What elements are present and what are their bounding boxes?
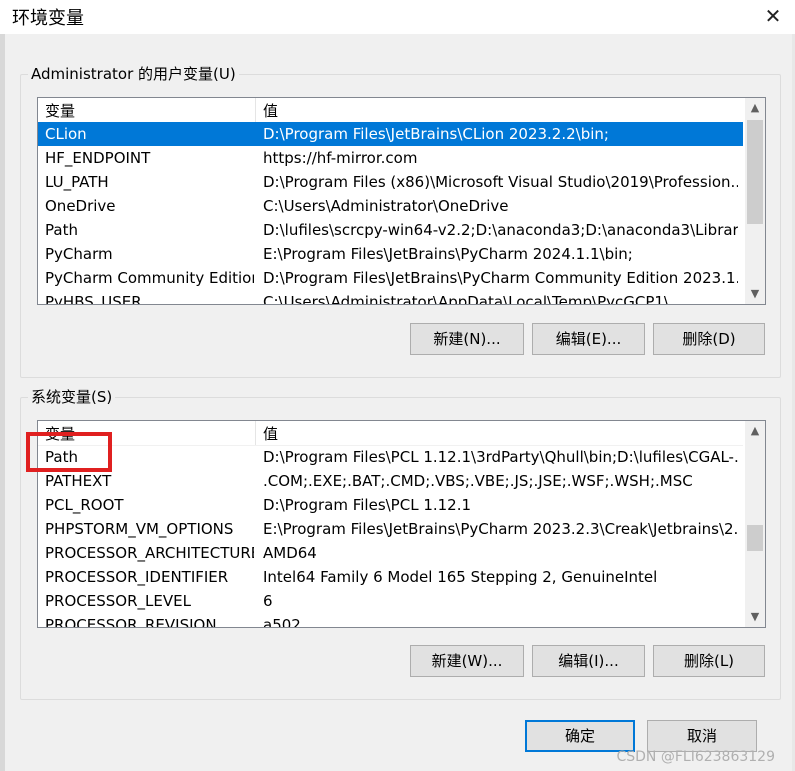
- variable-row[interactable]: LU_PATH D:\Program Files (x86)\Microsoft …: [38, 170, 743, 194]
- scroll-up-arrow-icon[interactable]: ▲: [745, 421, 765, 441]
- variable-row[interactable]: HF_ENDPOINT https://hf-mirror.com: [38, 146, 743, 170]
- background-window-edge: [0, 34, 5, 771]
- variable-value: .COM;.EXE;.BAT;.CMD;.VBS;.VBE;.JS;.JSE;.…: [263, 472, 693, 490]
- variable-name: PHPSTORM_VM_OPTIONS: [45, 520, 234, 538]
- variable-value: D:\Program Files\PCL 1.12.1: [263, 496, 472, 514]
- variable-value: https://hf-mirror.com: [263, 149, 418, 167]
- variable-name: CLion: [45, 125, 87, 143]
- variable-name: PATHEXT: [45, 472, 112, 490]
- scroll-down-arrow-icon[interactable]: ▼: [745, 284, 765, 304]
- variable-row[interactable]: PyHBS_USER C:\Users\Administrator\AppData…: [38, 290, 743, 305]
- variable-value: D:\lufiles\scrcpy-win64-v2.2;D:\anaconda…: [263, 221, 738, 239]
- user-edit-button[interactable]: 编辑(E)...: [532, 323, 645, 355]
- user-scroll-thumb[interactable]: [747, 120, 763, 224]
- variable-row[interactable]: PATHEXT .COM;.EXE;.BAT;.CMD;.VBS;.VBE;.JS…: [38, 469, 743, 493]
- variable-name: PROCESSOR_REVISION: [45, 616, 217, 628]
- variable-row[interactable]: PROCESSOR_ARCHITECTURE AMD64: [38, 541, 743, 565]
- system-new-button[interactable]: 新建(W)...: [410, 645, 524, 677]
- variable-row[interactable]: PyCharm Community Edition D:\Program File…: [38, 266, 743, 290]
- variable-row[interactable]: PHPSTORM_VM_OPTIONS E:\Program Files\JetB…: [38, 517, 743, 541]
- variable-value: C:\Users\Administrator\OneDrive: [263, 197, 509, 215]
- user-variables-group-label: Administrator 的用户变量(U): [28, 64, 239, 84]
- system-edit-button[interactable]: 编辑(I)...: [532, 645, 645, 677]
- variable-value: D:\Program Files (x86)\Microsoft Visual …: [263, 173, 738, 191]
- variable-value: D:\Program Files\JetBrains\CLion 2023.2.…: [263, 125, 609, 143]
- system-variables-list[interactable]: 变量 值 Path D:\Program Files\PCL 1.12.1\3rd…: [37, 420, 766, 628]
- variable-row[interactable]: PROCESSOR_REVISION a502: [38, 613, 743, 628]
- system-list-scrollbar[interactable]: ▲ ▼: [745, 421, 765, 627]
- variable-name: PROCESSOR_IDENTIFIER: [45, 568, 229, 586]
- variable-value: C:\Users\Administrator\AppData\Local\Tem…: [263, 293, 684, 305]
- variable-row[interactable]: PROCESSOR_IDENTIFIER Intel64 Family 6 Mod…: [38, 565, 743, 589]
- window-title: 环境变量: [12, 8, 84, 29]
- variable-name: PROCESSOR_ARCHITECTURE: [45, 544, 254, 562]
- variable-row[interactable]: PyCharm E:\Program Files\JetBrains\PyChar…: [38, 242, 743, 266]
- variable-value: a502: [263, 616, 301, 628]
- variable-value: E:\Program Files\JetBrains\PyCharm 2024.…: [263, 245, 633, 263]
- variable-name: Path: [45, 221, 78, 239]
- system-variables-group: 系统变量(S) 变量 值 Path D:\Program Files\PCL 1.…: [20, 387, 781, 700]
- user-variables-list[interactable]: 变量 值 CLion D:\Program Files\JetBrains\CLi…: [37, 97, 766, 305]
- system-scroll-thumb[interactable]: [747, 525, 763, 551]
- user-list-header: 变量 值: [38, 98, 743, 123]
- variable-name: LU_PATH: [45, 173, 109, 191]
- column-header-value[interactable]: 值: [256, 98, 743, 122]
- system-variables-group-label: 系统变量(S): [28, 387, 116, 407]
- variable-value: E:\Program Files\JetBrains\PyCharm 2023.…: [263, 520, 738, 538]
- variable-name: PCL_ROOT: [45, 496, 124, 514]
- variable-value: D:\Program Files\PCL 1.12.1\3rdParty\Qhu…: [263, 448, 738, 466]
- scroll-down-arrow-icon[interactable]: ▼: [745, 607, 765, 627]
- system-list-header: 变量 值: [38, 421, 743, 446]
- annotation-highlight-box: [26, 432, 112, 472]
- cancel-button[interactable]: 取消: [647, 720, 757, 752]
- variable-row[interactable]: PCL_ROOT D:\Program Files\PCL 1.12.1: [38, 493, 743, 517]
- variable-name: PyCharm: [45, 245, 113, 263]
- variable-name: PyHBS_USER: [45, 293, 142, 305]
- user-list-scrollbar[interactable]: ▲ ▼: [745, 98, 765, 304]
- variable-row[interactable]: CLion D:\Program Files\JetBrains\CLion 20…: [38, 122, 743, 146]
- variable-value: D:\Program Files\JetBrains\PyCharm Commu…: [263, 269, 738, 287]
- user-variables-group: Administrator 的用户变量(U) 变量 值 CLion D:\Prog…: [20, 64, 781, 378]
- variable-name: OneDrive: [45, 197, 116, 215]
- variable-row[interactable]: PROCESSOR_LEVEL 6: [38, 589, 743, 613]
- watermark: CSDN @FLI623863129: [616, 749, 775, 765]
- variable-name: PROCESSOR_LEVEL: [45, 592, 191, 610]
- variable-name: PyCharm Community Edition: [45, 269, 254, 287]
- user-new-button[interactable]: 新建(N)...: [410, 323, 524, 355]
- variable-row[interactable]: OneDrive C:\Users\Administrator\OneDrive: [38, 194, 743, 218]
- variable-value: Intel64 Family 6 Model 165 Stepping 2, G…: [263, 568, 658, 586]
- scroll-up-arrow-icon[interactable]: ▲: [745, 98, 765, 118]
- variable-value: AMD64: [263, 544, 317, 562]
- column-header-value[interactable]: 值: [256, 421, 743, 445]
- user-delete-button[interactable]: 删除(D): [653, 323, 765, 355]
- variable-row[interactable]: Path D:\Program Files\PCL 1.12.1\3rdParty…: [38, 445, 743, 469]
- title-bar: 环境变量 ✕: [0, 0, 795, 34]
- variable-name: HF_ENDPOINT: [45, 149, 151, 167]
- variable-value: 6: [263, 592, 273, 610]
- variable-row[interactable]: Path D:\lufiles\scrcpy-win64-v2.2;D:\anac…: [38, 218, 743, 242]
- system-delete-button[interactable]: 删除(L): [653, 645, 765, 677]
- ok-button[interactable]: 确定: [525, 720, 635, 752]
- close-icon[interactable]: ✕: [761, 4, 785, 28]
- column-header-name[interactable]: 变量: [38, 98, 256, 122]
